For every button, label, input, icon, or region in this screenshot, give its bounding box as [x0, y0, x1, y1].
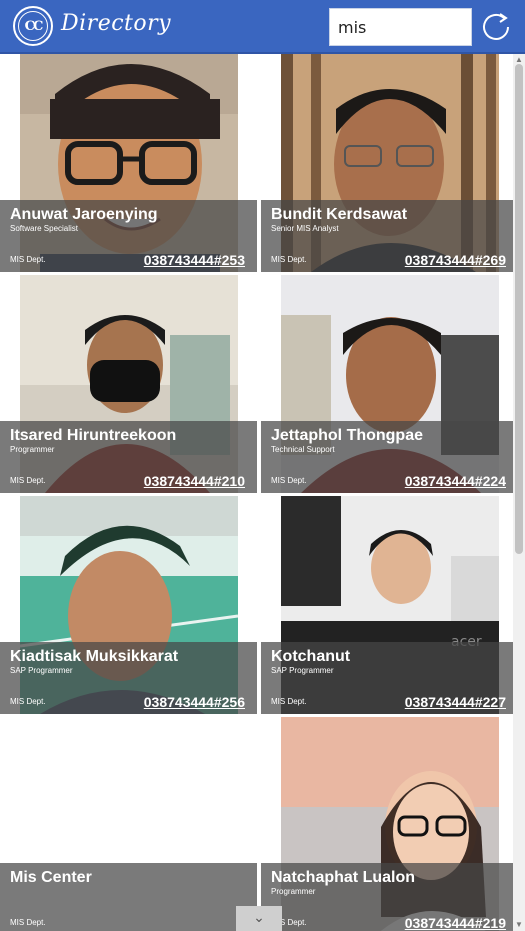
scroll-down-icon[interactable]: ▼ — [514, 921, 524, 929]
card-info-overlay: Itsared Hiruntreekoon Programmer MIS Dep… — [0, 421, 257, 493]
person-phone-link[interactable]: 038743444#253 — [144, 252, 245, 268]
person-card[interactable]: Mis Center MIS Dept. — [0, 717, 257, 931]
card-info-overlay: Bundit Kerdsawat Senior MIS Analyst MIS … — [261, 200, 513, 272]
chevron-down-icon[interactable]: ⌄ — [236, 906, 282, 931]
card-info-overlay: Anuwat Jaroenying Software Specialist MI… — [0, 200, 257, 272]
person-phone-link[interactable]: 038743444#227 — [405, 694, 506, 710]
logo-mark: CC — [18, 11, 48, 41]
person-phone-link[interactable]: 038743444#210 — [144, 473, 245, 489]
card-info-overlay: Jettaphol Thongpae Technical Support MIS… — [261, 421, 513, 493]
person-card[interactable]: Anuwat Jaroenying Software Specialist MI… — [0, 54, 257, 272]
person-dept: MIS Dept. — [10, 697, 46, 706]
app-title: Directory — [61, 11, 172, 36]
person-name: Kiadtisak Muksikkarat — [10, 648, 179, 665]
app-logo: CC — [13, 6, 53, 46]
person-dept: MIS Dept. — [271, 697, 307, 706]
person-role: Software Specialist — [10, 224, 79, 233]
person-name: Anuwat Jaroenying — [10, 206, 158, 223]
person-name: Kotchanut — [271, 648, 351, 665]
person-role: Programmer — [271, 887, 316, 896]
person-role: Senior MIS Analyst — [271, 224, 339, 233]
directory-grid: Anuwat Jaroenying Software Specialist MI… — [0, 54, 513, 931]
person-dept: MIS Dept. — [10, 918, 46, 927]
card-info-overlay: Kiadtisak Muksikkarat SAP Programmer MIS… — [0, 642, 257, 714]
person-card[interactable]: acer Kotchanut SAP Programmer MIS Dept. … — [261, 496, 513, 714]
scrollbar-thumb[interactable] — [515, 64, 523, 554]
person-name: Natchaphat Lualon — [271, 869, 416, 886]
search-input[interactable] — [329, 8, 472, 46]
scroll-up-icon[interactable]: ▲ — [514, 56, 524, 64]
card-info-overlay: Natchaphat Lualon Programmer MIS Dept. 0… — [261, 863, 513, 931]
person-role: SAP Programmer — [271, 666, 334, 675]
person-name: Mis Center — [10, 869, 92, 886]
person-dept: MIS Dept. — [271, 476, 307, 485]
person-card[interactable]: Kiadtisak Muksikkarat SAP Programmer MIS… — [0, 496, 257, 714]
app-header: CC Directory — [0, 0, 525, 54]
person-role: Technical Support — [271, 445, 335, 454]
person-dept: MIS Dept. — [10, 476, 46, 485]
person-name: Jettaphol Thongpae — [271, 427, 423, 444]
person-card[interactable]: Natchaphat Lualon Programmer MIS Dept. 0… — [261, 717, 513, 931]
person-phone-link[interactable]: 038743444#224 — [405, 473, 506, 489]
person-phone-link[interactable]: 038743444#256 — [144, 694, 245, 710]
person-card[interactable]: Bundit Kerdsawat Senior MIS Analyst MIS … — [261, 54, 513, 272]
person-card[interactable]: Itsared Hiruntreekoon Programmer MIS Dep… — [0, 275, 257, 493]
card-info-overlay: Mis Center MIS Dept. — [0, 863, 257, 931]
card-info-overlay: Kotchanut SAP Programmer MIS Dept. 03874… — [261, 642, 513, 714]
vertical-scrollbar[interactable]: ▲ ▼ — [513, 54, 525, 931]
person-name: Itsared Hiruntreekoon — [10, 427, 177, 444]
person-dept: MIS Dept. — [271, 255, 307, 264]
person-phone-link[interactable]: 038743444#269 — [405, 252, 506, 268]
person-card[interactable]: Jettaphol Thongpae Technical Support MIS… — [261, 275, 513, 493]
refresh-icon[interactable] — [480, 11, 512, 43]
person-name: Bundit Kerdsawat — [271, 206, 408, 223]
person-role: SAP Programmer — [10, 666, 73, 675]
person-role: Programmer — [10, 445, 55, 454]
person-dept: MIS Dept. — [10, 255, 46, 264]
person-phone-link[interactable]: 038743444#219 — [405, 915, 506, 931]
